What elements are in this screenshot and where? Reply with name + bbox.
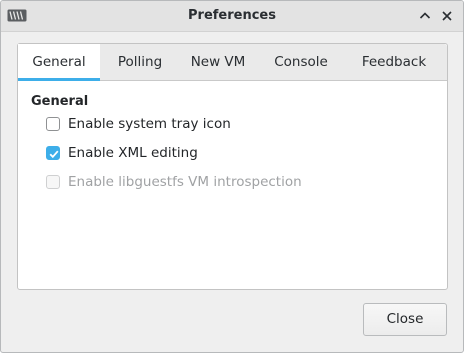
preferences-tab-widget: General Polling New VM Console Feedback … bbox=[17, 43, 448, 290]
tab-feedback[interactable]: Feedback bbox=[346, 44, 442, 80]
checkbox-disabled bbox=[46, 175, 60, 189]
checkmark-icon bbox=[49, 150, 59, 159]
chevron-up-icon[interactable] bbox=[417, 8, 433, 24]
checkbox-label[interactable]: Enable system tray icon bbox=[68, 116, 231, 133]
checkbox-checked[interactable] bbox=[46, 146, 60, 160]
close-button[interactable]: Close bbox=[363, 303, 447, 336]
checkbox-label[interactable]: Enable XML editing bbox=[68, 145, 198, 162]
tab-bar: General Polling New VM Console Feedback bbox=[18, 44, 447, 81]
checkbox-label: Enable libguestfs VM introspection bbox=[68, 174, 302, 190]
close-icon[interactable] bbox=[439, 8, 455, 24]
preferences-window: Preferences General Polling New VM Conso… bbox=[0, 0, 464, 353]
tab-console[interactable]: Console bbox=[264, 44, 338, 80]
tab-new-vm[interactable]: New VM bbox=[180, 44, 256, 80]
title-bar[interactable]: Preferences bbox=[1, 1, 463, 32]
tab-polling[interactable]: Polling bbox=[108, 44, 172, 80]
general-section-title: General bbox=[31, 94, 89, 109]
tab-general[interactable]: General bbox=[18, 44, 100, 81]
checkbox-unchecked[interactable] bbox=[46, 117, 60, 131]
window-title: Preferences bbox=[188, 8, 276, 23]
